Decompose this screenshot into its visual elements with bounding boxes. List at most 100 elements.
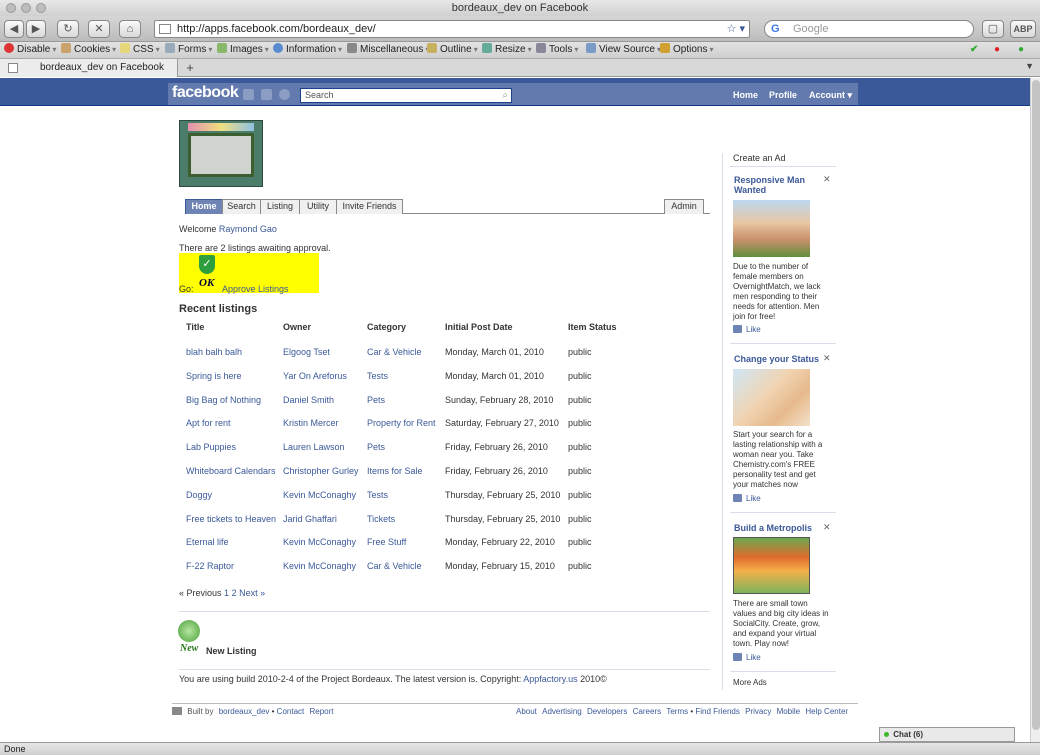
window-controls[interactable] xyxy=(6,3,46,13)
tab-search[interactable]: Search xyxy=(222,199,261,214)
footer-privacy[interactable]: Privacy xyxy=(745,707,771,716)
ad-image-1[interactable] xyxy=(733,200,810,257)
like-ad-3[interactable]: Like xyxy=(733,653,761,662)
footer-mobile[interactable]: Mobile xyxy=(777,707,801,716)
friend-requests-icon[interactable] xyxy=(243,89,254,100)
nav-profile[interactable]: Profile xyxy=(769,90,797,100)
page-scrollbar[interactable] xyxy=(1030,78,1040,742)
row-category-link[interactable]: Car & Vehicle xyxy=(367,347,422,357)
welcome-user-link[interactable]: Raymond Gao xyxy=(219,224,277,234)
row-category-link[interactable]: Property for Rent xyxy=(367,418,436,428)
ad-title-3[interactable]: Build a Metropolis xyxy=(734,523,824,533)
close-ad-icon[interactable]: ✕ xyxy=(823,353,831,364)
row-owner-link[interactable]: Jarid Ghaffari xyxy=(283,514,337,524)
row-category-link[interactable]: Pets xyxy=(367,395,385,405)
footer-author-link[interactable]: bordeaux_dev xyxy=(219,707,270,716)
row-owner-link[interactable]: Elgoog Tset xyxy=(283,347,330,357)
row-category-link[interactable]: Items for Sale xyxy=(367,466,423,476)
url-bar[interactable]: http://apps.facebook.com/bordeaux_dev/ ☆… xyxy=(154,20,750,38)
row-title-link[interactable]: Whiteboard Calendars xyxy=(186,466,276,476)
row-title-link[interactable]: Lab Puppies xyxy=(186,442,236,452)
app-logo-image[interactable] xyxy=(179,120,263,187)
new-listing-icon[interactable] xyxy=(178,620,200,642)
row-owner-link[interactable]: Kevin McConaghy xyxy=(283,537,356,547)
tab-admin[interactable]: Admin xyxy=(664,199,704,214)
footer-contact[interactable]: Contact xyxy=(277,707,305,716)
toolbar-information[interactable]: Information ▾ xyxy=(273,42,342,58)
row-category-link[interactable]: Free Stuff xyxy=(367,537,406,547)
row-title-link[interactable]: Spring is here xyxy=(186,371,242,381)
tab-home[interactable]: Home xyxy=(185,199,223,214)
footer-developers[interactable]: Developers xyxy=(587,707,627,716)
toolbar-view-source[interactable]: View Source ▾ xyxy=(586,42,661,58)
new-listing-link[interactable]: New Listing xyxy=(206,646,257,656)
tab-list-icon[interactable]: ▼ xyxy=(1025,61,1034,71)
toolbar-disable[interactable]: Disable ▾ xyxy=(4,42,56,58)
minimize-window-icon[interactable] xyxy=(21,3,31,13)
footer-careers[interactable]: Careers xyxy=(633,707,661,716)
row-owner-link[interactable]: Yar On Areforus xyxy=(283,371,347,381)
zoom-window-icon[interactable] xyxy=(36,3,46,13)
validation-check-icon[interactable]: ● xyxy=(1018,42,1024,58)
scrollbar-thumb[interactable] xyxy=(1032,80,1040,730)
appfactory-link[interactable]: Appfactory.us xyxy=(523,674,577,684)
facebook-logo[interactable]: facebook xyxy=(172,84,239,102)
forward-icon[interactable]: ▶ xyxy=(26,20,46,38)
row-category-link[interactable]: Tests xyxy=(367,371,388,381)
nav-account[interactable]: Account ▾ xyxy=(809,90,852,101)
home-icon[interactable]: ⌂ xyxy=(119,20,141,38)
like-ad-2[interactable]: Like xyxy=(733,494,761,503)
stop-icon[interactable]: ✕ xyxy=(88,20,110,38)
footer-report[interactable]: Report xyxy=(309,707,333,716)
approve-listings-link[interactable]: Approve Listings xyxy=(222,284,289,294)
row-category-link[interactable]: Tickets xyxy=(367,514,395,524)
footer-about[interactable]: About xyxy=(516,707,537,716)
tab-listing[interactable]: Listing xyxy=(260,199,300,214)
row-owner-link[interactable]: Kevin McConaghy xyxy=(283,561,356,571)
adblock-button[interactable]: ABP xyxy=(1010,20,1036,38)
close-ad-icon[interactable]: ✕ xyxy=(823,174,831,185)
close-ad-icon[interactable]: ✕ xyxy=(823,522,831,533)
window-manager-icon[interactable]: ▢ xyxy=(982,20,1004,38)
new-tab-button[interactable]: + xyxy=(180,59,200,77)
row-owner-link[interactable]: Lauren Lawson xyxy=(283,442,345,452)
tab-utility[interactable]: Utility xyxy=(299,199,337,214)
toolbar-tools[interactable]: Tools ▾ xyxy=(536,42,578,58)
create-ad-link[interactable]: Create an Ad xyxy=(733,153,786,163)
ad-image-3[interactable] xyxy=(733,537,810,594)
row-category-link[interactable]: Car & Vehicle xyxy=(367,561,422,571)
row-title-link[interactable]: Big Bag of Nothing xyxy=(186,395,261,405)
row-title-link[interactable]: Free tickets to Heaven xyxy=(186,514,276,524)
ad-title-2[interactable]: Change your Status xyxy=(734,354,824,364)
footer-find-friends[interactable]: Find Friends xyxy=(695,707,739,716)
toolbar-forms[interactable]: Forms ▾ xyxy=(165,42,212,58)
row-title-link[interactable]: Doggy xyxy=(186,490,212,500)
tab-invite-friends[interactable]: Invite Friends xyxy=(336,199,403,214)
like-ad-1[interactable]: Like xyxy=(733,325,761,334)
toolbar-outline[interactable]: Outline ▾ xyxy=(427,42,478,58)
toolbar-resize[interactable]: Resize ▾ xyxy=(482,42,532,58)
nav-home[interactable]: Home xyxy=(733,90,758,100)
row-title-link[interactable]: Eternal life xyxy=(186,537,229,547)
ad-title-1[interactable]: Responsive Man Wanted xyxy=(734,175,814,195)
toolbar-options[interactable]: Options ▾ xyxy=(660,42,713,58)
ad-image-2[interactable] xyxy=(733,369,810,426)
search-icon[interactable]: ⌕ xyxy=(502,89,508,102)
messages-icon[interactable] xyxy=(261,89,272,100)
notifications-icon[interactable] xyxy=(279,89,290,100)
back-icon[interactable]: ◀ xyxy=(4,20,24,38)
close-window-icon[interactable] xyxy=(6,3,16,13)
browser-tab[interactable]: bordeaux_dev on Facebook xyxy=(0,59,178,77)
row-title-link[interactable]: F-22 Raptor xyxy=(186,561,234,571)
pager-next[interactable]: Next » xyxy=(239,588,265,598)
reload-icon[interactable]: ↻ xyxy=(57,20,79,38)
footer-terms[interactable]: Terms xyxy=(666,707,688,716)
toolbar-cookies[interactable]: Cookies ▾ xyxy=(61,42,116,58)
row-owner-link[interactable]: Christopher Gurley xyxy=(283,466,359,476)
toolbar-images[interactable]: Images ▾ xyxy=(217,42,269,58)
row-owner-link[interactable]: Kristin Mercer xyxy=(283,418,339,428)
chat-bar[interactable]: Chat (6) xyxy=(879,727,1015,742)
row-owner-link[interactable]: Kevin McConaghy xyxy=(283,490,356,500)
validation-error-icon[interactable]: ● xyxy=(994,42,1000,58)
toolbar-miscellaneous[interactable]: Miscellaneous▾ xyxy=(347,42,429,58)
